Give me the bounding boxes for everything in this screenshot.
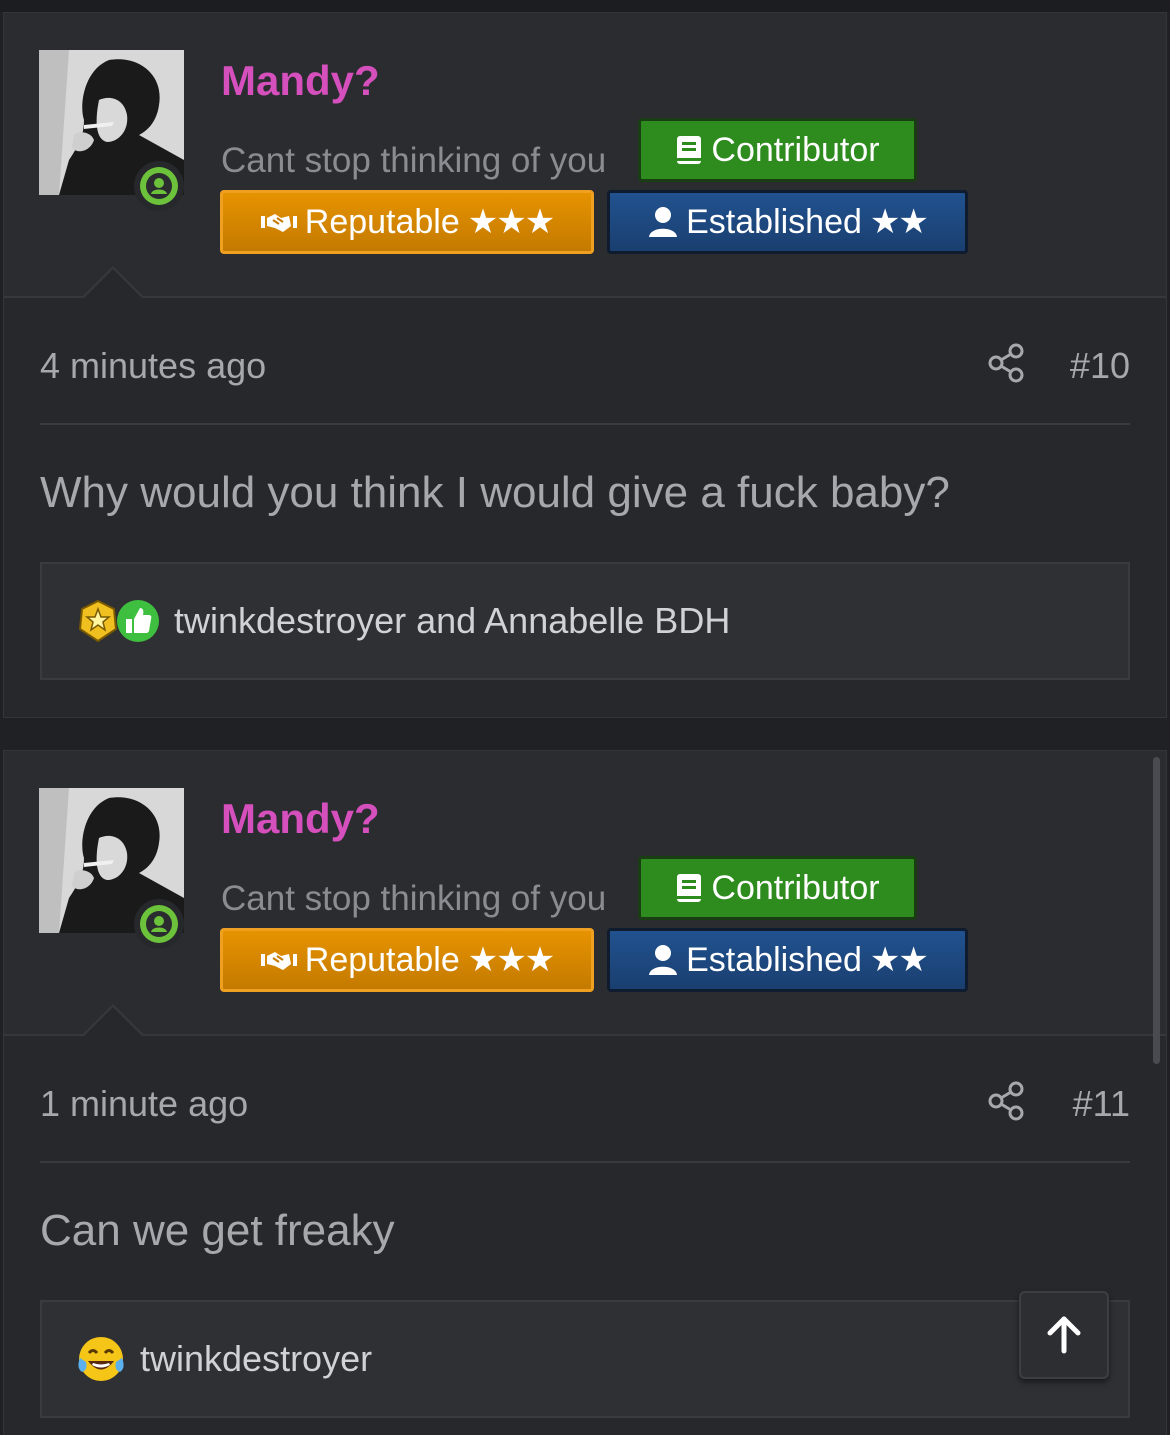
star-reaction-icon: [78, 599, 118, 643]
user-icon: [146, 173, 172, 199]
username-link[interactable]: Mandy?: [221, 57, 380, 105]
reputable-badge: Reputable ★★★: [220, 190, 594, 254]
scroll-to-top-button[interactable]: [1019, 1291, 1109, 1379]
handshake-icon: [260, 214, 297, 232]
user-title: Cant stop thinking of you: [221, 141, 607, 180]
post-message: Why would you think I would give a fuck …: [40, 468, 950, 517]
header-pointer: [81, 266, 145, 299]
username-link[interactable]: Mandy?: [221, 795, 380, 843]
header-pointer: [81, 1004, 145, 1037]
reactions-bar[interactable]: twinkdestroyer: [40, 1300, 1130, 1418]
post-time-link[interactable]: 4 minutes ago: [40, 345, 266, 387]
established-badge: Established ★★: [607, 190, 968, 254]
top-strip: [0, 0, 1170, 12]
reputable-badge: Reputable ★★★: [220, 928, 594, 992]
reaction-icons: [76, 599, 160, 643]
arrow-up-icon: [1047, 1316, 1081, 1354]
share-icon[interactable]: [987, 1081, 1025, 1130]
scrollbar[interactable]: [1153, 757, 1160, 1064]
star-rating-icon: ★★★: [467, 203, 555, 241]
laughing-crying-reaction-icon: [78, 1337, 124, 1381]
post-number-link[interactable]: #10: [1070, 345, 1130, 387]
user-icon: [649, 207, 678, 237]
star-rating-icon: ★★★: [467, 941, 555, 979]
post-user-header: Mandy? Cant stop thinking of you Contrib…: [4, 13, 1166, 299]
book-icon: [677, 874, 702, 902]
post-number-link[interactable]: #11: [1073, 1083, 1130, 1125]
post-user-header: Mandy? Cant stop thinking of you Contrib…: [4, 751, 1166, 1037]
handshake-icon: [260, 952, 297, 970]
book-icon: [677, 136, 702, 164]
established-badge: Established ★★: [607, 928, 968, 992]
post-message: Can we get freaky: [40, 1206, 395, 1255]
divider: [40, 1161, 1130, 1163]
thread-page: Mandy? Cant stop thinking of you Contrib…: [0, 0, 1170, 1435]
online-status-badge: [134, 899, 184, 949]
badge-label: Established: [686, 202, 862, 241]
user-title: Cant stop thinking of you: [221, 879, 607, 918]
reactions-bar[interactable]: twinkdestroyer and Annabelle BDH: [40, 562, 1130, 680]
star-rating-icon: ★★: [869, 941, 929, 979]
divider: [40, 423, 1130, 425]
contributor-badge: Contributor: [638, 856, 917, 920]
badge-label: Contributor: [711, 130, 880, 169]
post-meta: 1 minute ago #11: [40, 1071, 1130, 1131]
badge-label: Established: [686, 940, 862, 979]
post-time-link[interactable]: 1 minute ago: [40, 1083, 248, 1125]
reaction-users-link[interactable]: twinkdestroyer and Annabelle BDH: [174, 600, 730, 642]
post-meta: 4 minutes ago #10: [40, 333, 1130, 393]
online-status-badge: [134, 161, 184, 211]
share-icon[interactable]: [987, 343, 1025, 392]
badge-label: Reputable: [304, 940, 460, 979]
star-rating-icon: ★★: [869, 203, 929, 241]
post: Mandy? Cant stop thinking of you Contrib…: [3, 750, 1167, 1435]
badge-label: Reputable: [304, 202, 460, 241]
user-icon: [649, 945, 678, 975]
thumbs-up-reaction-icon: [117, 600, 159, 642]
post: Mandy? Cant stop thinking of you Contrib…: [3, 12, 1167, 718]
reaction-users-link[interactable]: twinkdestroyer: [140, 1338, 372, 1380]
user-icon: [146, 911, 172, 937]
contributor-badge: Contributor: [638, 118, 917, 182]
reaction-icons: [76, 1334, 126, 1384]
badge-label: Contributor: [711, 868, 880, 907]
